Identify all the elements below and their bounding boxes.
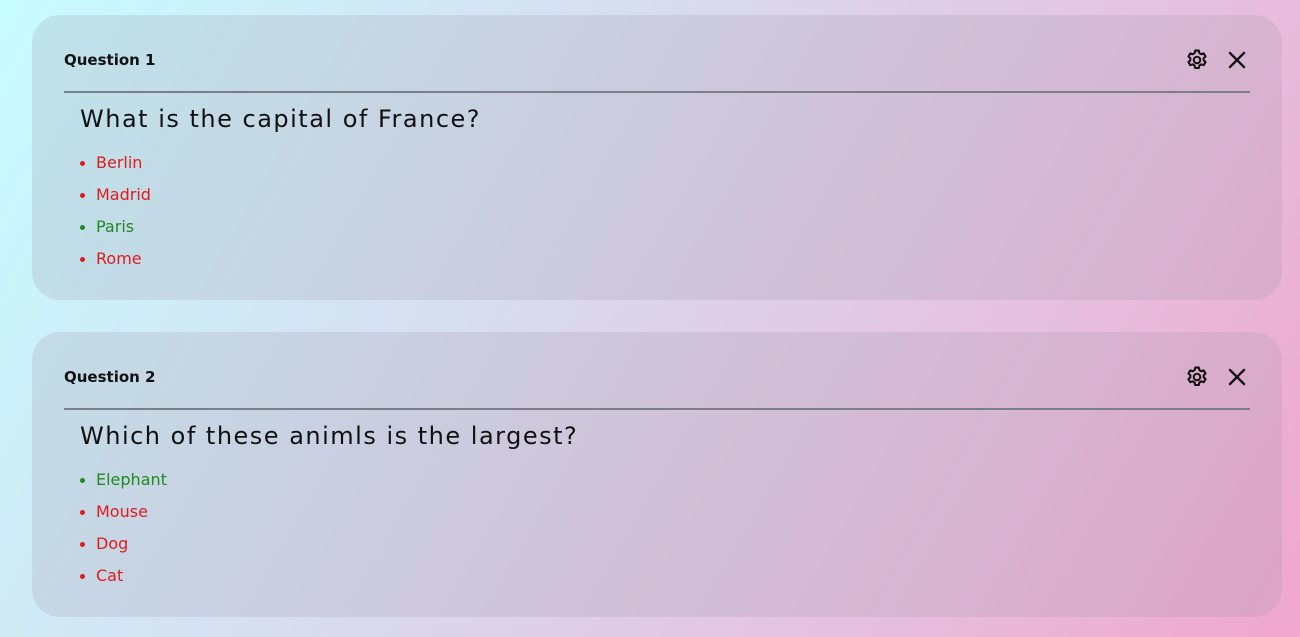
question-label: Question 1 (64, 51, 156, 69)
question-label: Question 2 (64, 368, 156, 386)
gear-icon (1187, 366, 1207, 387)
settings-button[interactable] (1184, 364, 1210, 390)
gear-icon (1187, 49, 1207, 70)
answer-option: Rome (80, 243, 151, 275)
question-card-header: Question 1 (64, 15, 1250, 93)
answer-option: Cat (80, 560, 167, 592)
question-card: Question 1 What is the capital of France… (32, 15, 1282, 300)
question-text: Which of these animls is the largest? (80, 422, 579, 450)
close-icon (1228, 51, 1246, 69)
question-card: Question 2 Which of these animls is the … (32, 332, 1282, 617)
answer-option-correct: Paris (80, 211, 151, 243)
question-card-header: Question 2 (64, 332, 1250, 410)
answer-option-correct: Elephant (80, 464, 167, 496)
answer-option: Dog (80, 528, 167, 560)
answer-option: Madrid (80, 179, 151, 211)
close-icon (1228, 368, 1246, 386)
answer-list: Berlin Madrid Paris Rome (80, 147, 151, 275)
answer-list: Elephant Mouse Dog Cat (80, 464, 167, 592)
answer-option: Berlin (80, 147, 151, 179)
answer-option: Mouse (80, 496, 167, 528)
settings-button[interactable] (1184, 47, 1210, 73)
question-text: What is the capital of France? (80, 105, 482, 133)
close-button[interactable] (1224, 364, 1250, 390)
close-button[interactable] (1224, 47, 1250, 73)
